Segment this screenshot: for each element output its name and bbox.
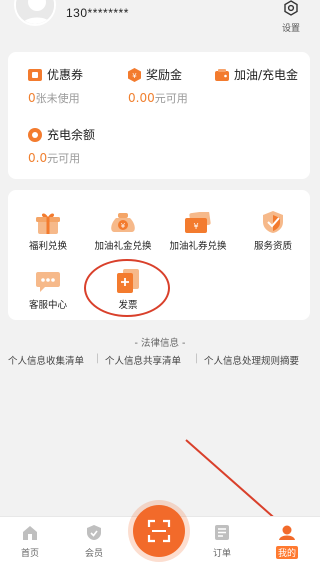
bonus-unit: 元可用: [154, 92, 188, 105]
bonus-title: 奖励金: [146, 68, 183, 82]
order-list-icon: [215, 525, 229, 540]
invoice-highlight-circle: [84, 259, 170, 317]
gift-icon: [36, 213, 60, 234]
link-info-rules[interactable]: 个人信息处理规则摘要: [204, 353, 299, 367]
ticket-icon: ¥: [185, 212, 211, 233]
phone-number: 130********: [66, 6, 129, 20]
coupons-count: 0: [28, 91, 36, 105]
tab-home-label: 首页: [20, 549, 39, 559]
wallet-icon: [215, 68, 229, 81]
home-icon: [23, 526, 37, 540]
bonus-entry[interactable]: ¥ 奖励金 0.00元可用: [128, 66, 188, 106]
avatar-icon: [16, 0, 54, 24]
svg-text:¥: ¥: [132, 72, 137, 80]
service-fuel-voucher-exchange[interactable]: ¥ 加油礼券兑换: [158, 208, 238, 252]
coupons-title: 优惠券: [47, 68, 84, 82]
fuel-charge-title: 加油/充电金: [234, 68, 299, 82]
link-info-collection[interactable]: 个人信息收集清单: [8, 353, 84, 367]
service-label: 加油礼金兑换: [94, 241, 152, 252]
gear-icon: [284, 0, 298, 16]
chat-icon: [36, 272, 60, 292]
scan-icon: [147, 519, 171, 543]
service-label: 加油礼券兑换: [169, 241, 227, 252]
tab-member[interactable]: 会员: [69, 525, 119, 559]
profile-header: 130******** 设置: [0, 0, 320, 44]
scan-button[interactable]: [133, 505, 185, 557]
mine-user-icon: [279, 525, 295, 540]
legal-title: - 法律信息 -: [134, 338, 186, 349]
service-fuel-cash-exchange[interactable]: ¥ 加油礼金兑换: [83, 208, 163, 252]
charge-balance-title: 充电余额: [47, 128, 96, 142]
service-qualification[interactable]: 服务资质: [233, 208, 313, 252]
service-label: 客服中心: [28, 300, 67, 311]
fuel-charge-entry[interactable]: 加油/充电金: [215, 66, 298, 83]
coupons-entry[interactable]: 优惠券 0张未使用: [28, 66, 83, 106]
bonus-amount: 0.00: [128, 91, 155, 105]
link-separator: |: [96, 353, 100, 364]
tab-member-label: 会员: [84, 549, 103, 559]
coin-icon: [28, 127, 42, 142]
link-info-sharing[interactable]: 个人信息共享清单: [105, 353, 181, 367]
svg-text:¥: ¥: [121, 222, 126, 230]
coupons-unit: 张未使用: [35, 92, 80, 105]
service-label: 福利兑换: [28, 241, 67, 252]
member-shield-icon: [87, 525, 101, 540]
bonus-shield-icon: ¥: [128, 67, 141, 82]
avatar[interactable]: [14, 0, 56, 26]
charge-balance-entry[interactable]: 充电余额 0.0元可用: [28, 126, 95, 166]
tab-orders-label: 订单: [212, 549, 231, 559]
tab-mine-label: 我的: [275, 546, 298, 559]
wallet-card: 优惠券 0张未使用 ¥ 奖励金 0.00元可用 加油/充电金 充电余额 0.0元…: [8, 52, 310, 179]
tab-home[interactable]: 首页: [5, 525, 55, 559]
charge-balance-amount: 0.0: [28, 151, 48, 165]
tab-mine[interactable]: 我的: [262, 525, 312, 559]
svg-text:¥: ¥: [193, 222, 198, 231]
settings-label: 设置: [281, 24, 300, 34]
link-separator: |: [195, 353, 199, 364]
coin-bag-icon: ¥: [111, 213, 135, 232]
shield-check-icon: [263, 211, 283, 233]
settings-button[interactable]: 设置: [274, 0, 308, 34]
tab-orders[interactable]: 订单: [197, 525, 247, 559]
charge-balance-unit: 元可用: [47, 152, 81, 165]
service-label: 服务资质: [253, 241, 292, 252]
service-customer-center[interactable]: 客服中心: [8, 267, 88, 311]
coupon-icon: [28, 68, 42, 81]
service-welfare-exchange[interactable]: 福利兑换: [8, 208, 88, 252]
